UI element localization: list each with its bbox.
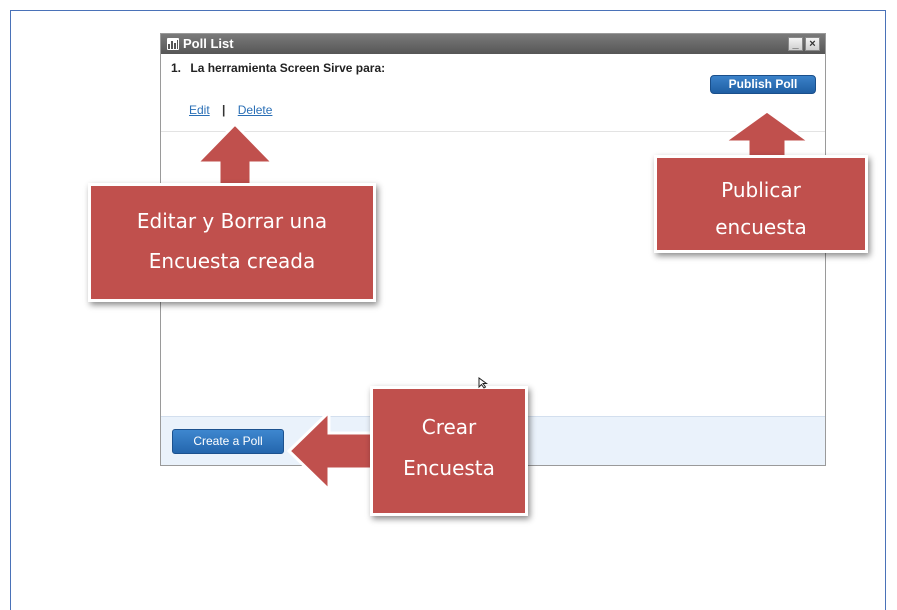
poll-item: 1. La herramienta Screen Sirve para:	[171, 61, 385, 75]
poll-chart-icon	[167, 38, 179, 50]
close-icon[interactable]: ×	[805, 37, 820, 51]
publish-poll-button[interactable]: Publish Poll	[710, 75, 816, 94]
poll-number: 1.	[171, 61, 182, 75]
minimize-icon[interactable]: _	[788, 37, 803, 51]
callout-edit-delete: Editar y Borrar una Encuesta creada	[88, 183, 376, 302]
create-poll-button[interactable]: Create a Poll	[172, 429, 284, 454]
edit-link[interactable]: Edit	[189, 103, 210, 117]
callout-publish-line2: encuesta	[715, 215, 807, 239]
callout-edit-delete-line2: Encuesta creada	[148, 249, 316, 273]
window-title: Poll List	[183, 36, 234, 51]
callout-publish: Publicar encuesta	[654, 155, 868, 253]
window-titlebar[interactable]: Poll List _ ×	[161, 34, 825, 54]
poll-question: La herramienta Screen Sirve para:	[190, 61, 386, 75]
callout-create-line2: Encuesta	[403, 456, 495, 480]
callout-create: Crear Encuesta	[370, 386, 528, 516]
callout-edit-delete-line1: Editar y Borrar una	[136, 209, 328, 233]
delete-link[interactable]: Delete	[238, 103, 273, 117]
callout-create-line1: Crear	[421, 415, 477, 439]
callout-publish-line1: Publicar	[721, 178, 801, 202]
link-separator: |	[222, 103, 226, 117]
arrow-up-icon	[193, 121, 277, 191]
mouse-cursor-icon	[478, 377, 488, 389]
poll-actions: Edit | Delete	[189, 103, 272, 117]
